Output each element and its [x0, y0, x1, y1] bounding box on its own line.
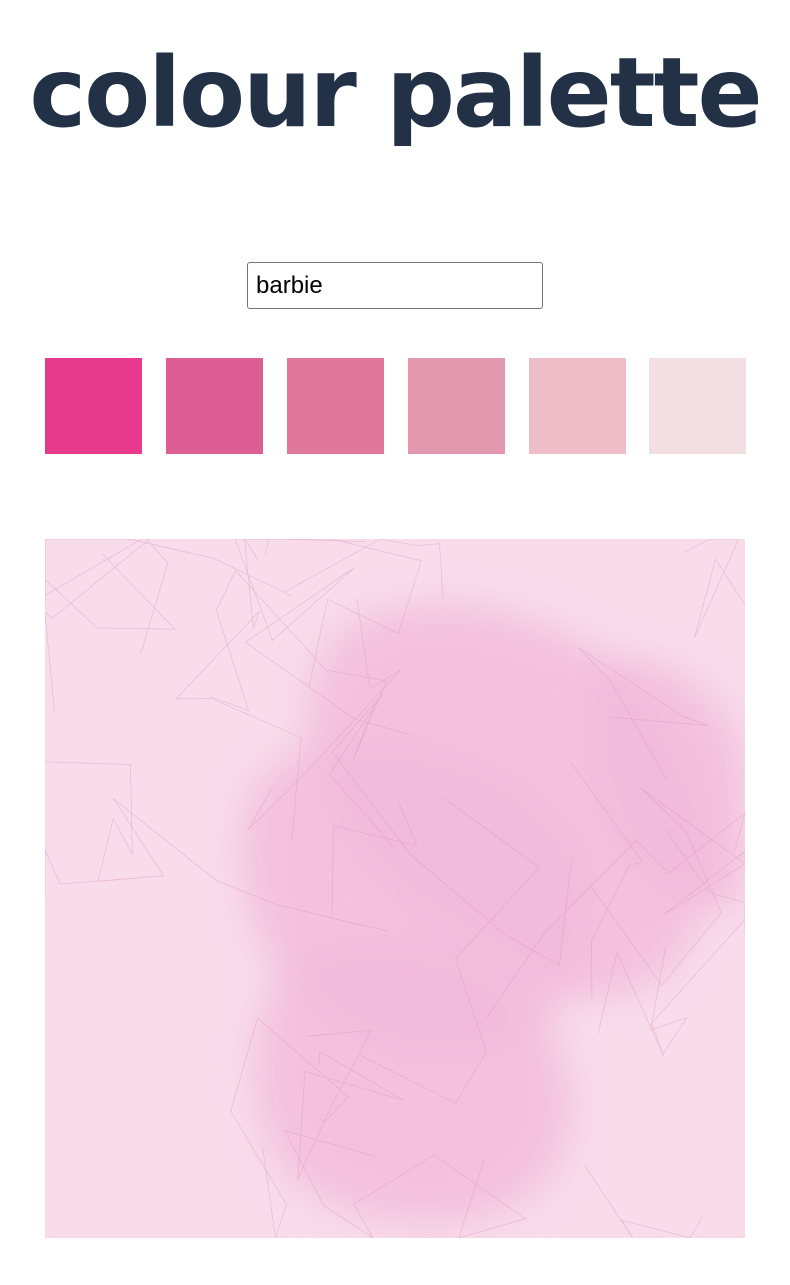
color-swatch[interactable] [166, 358, 263, 454]
palette-search-input[interactable] [247, 262, 543, 309]
color-swatch[interactable] [529, 358, 626, 454]
artwork-canvas [45, 539, 745, 1238]
palette-artwork [45, 539, 745, 1238]
color-swatch[interactable] [45, 358, 142, 454]
page-title: colour palette [29, 37, 762, 149]
color-swatch[interactable] [408, 358, 505, 454]
color-swatch[interactable] [649, 358, 746, 454]
palette-swatches [45, 358, 746, 454]
color-swatch[interactable] [287, 358, 384, 454]
